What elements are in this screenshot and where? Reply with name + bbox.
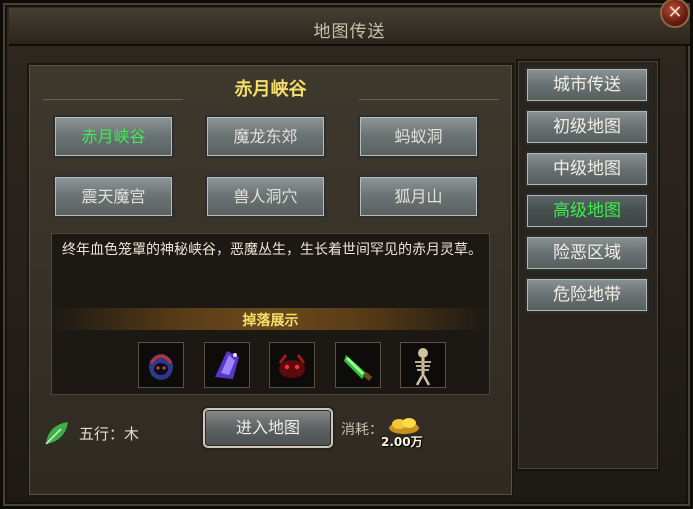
map-button-huyue-mountain[interactable]: 狐月山 [358,175,479,218]
cost-value: 2.00万 [381,435,423,449]
map-button-orc-cave[interactable]: 兽人洞穴 [205,175,326,218]
map-description-box: 终年血色笼罩的神秘峡谷，恶魔丛生，生长着世间罕见的赤月灵草。 掉落展示 [51,233,490,395]
drop-title: 掉落展示 [242,313,299,329]
helmet-icon [149,354,173,380]
gold-pile-icon [389,418,419,434]
map-button-molong-east[interactable]: 魔龙东郊 [205,115,326,158]
selected-map-title: 赤月峡谷 [234,79,307,100]
drop-item-skeleton[interactable] [400,342,446,388]
element-label: 五行：木 [79,425,140,443]
close-icon: ✕ [667,2,683,23]
map-description: 终年血色笼罩的神秘峡谷，恶魔丛生，生长着世间罕见的赤月灵草。 [62,242,482,258]
tab-intermediate-maps[interactable]: 中级地图 [525,151,649,187]
map-detail-panel: 赤月峡谷 赤月峡谷 魔龙东郊 蚂蚁洞 震天魔宫 兽人洞穴 狐月山 终年血色笼罩的… [27,63,514,497]
leaf-icon [45,422,68,445]
map-teleport-window: 地图传送 赤月峡谷 赤月峡谷 魔龙东郊 蚂蚁洞 震天魔宫 兽人洞穴 狐月山 终年… [0,0,693,509]
map-button-zhentian-palace[interactable]: 震天魔宫 [53,175,174,218]
tab-beginner-maps[interactable]: 初级地图 [525,109,649,145]
map-button-ant-cave[interactable]: 蚂蚁洞 [358,115,479,158]
enter-map-button[interactable]: 进入地图 [203,408,333,448]
demon-icon [278,354,306,378]
drop-item-helmet[interactable] [138,342,184,388]
bottom-row: 五行：木 进入地图 消耗： 2.00万 [29,405,512,455]
title-divider-left [43,99,183,100]
map-category-tabs: 城市传送 初级地图 中级地图 高级地图 险恶区域 危险地带 [516,59,660,471]
tab-advanced-maps[interactable]: 高级地图 [525,193,649,229]
drop-item-jade-blade[interactable] [335,342,381,388]
drop-item-demon[interactable] [269,342,315,388]
tab-danger-zone[interactable]: 危险地带 [525,277,649,313]
tab-perilous-zone[interactable]: 险恶区域 [525,235,649,271]
map-button-chiyue-canyon[interactable]: 赤月峡谷 [53,115,174,158]
drop-item-crystal[interactable] [204,342,250,388]
cost-label: 消耗： [341,422,383,438]
title-bar[interactable]: 地图传送 [9,8,690,46]
skeleton-icon [415,348,431,386]
title-divider-right [359,99,499,100]
tab-city-teleport[interactable]: 城市传送 [525,67,649,103]
crystal-icon [215,351,239,379]
jade-blade-icon [344,355,373,381]
window-title: 地图传送 [313,22,386,42]
